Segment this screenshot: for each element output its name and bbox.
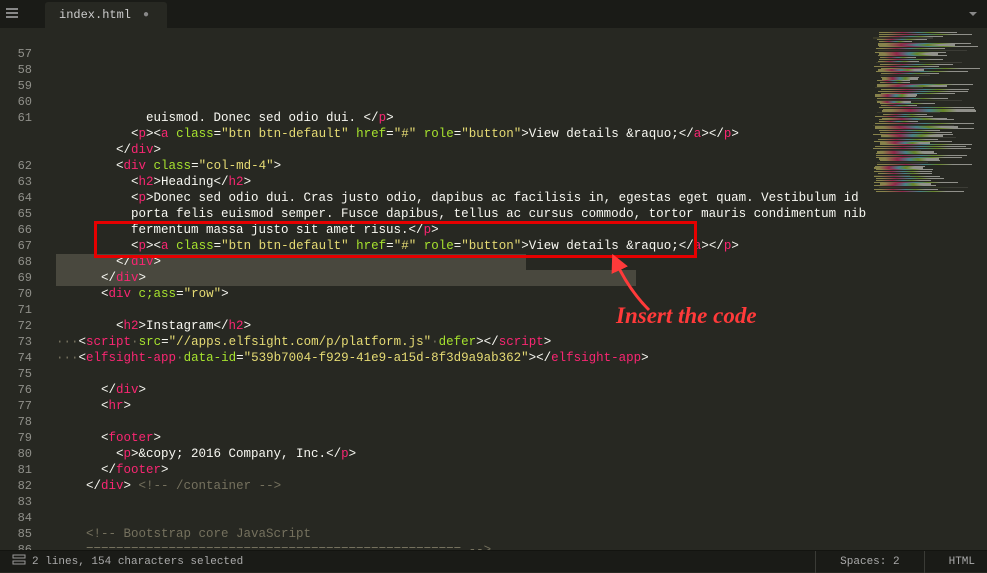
line-number: 66 — [0, 222, 32, 238]
line-number: 68 — [0, 254, 32, 270]
code-line[interactable] — [56, 494, 867, 510]
code-line[interactable] — [56, 414, 867, 430]
status-syntax[interactable]: HTML — [949, 556, 975, 568]
code-line[interactable]: <div class="col-md-4"> — [56, 158, 867, 174]
line-number: 74 — [0, 350, 32, 366]
line-number: 58 — [0, 62, 32, 78]
line-number: 80 — [0, 446, 32, 462]
status-spaces[interactable]: Spaces: 2 — [840, 556, 899, 568]
code-line[interactable]: <h2>Heading</h2> — [56, 174, 867, 190]
line-number: 70 — [0, 286, 32, 302]
line-number: 75 — [0, 366, 32, 382]
fold-column — [42, 28, 56, 550]
tab-bar: index.html ● — [0, 0, 987, 28]
line-number: 73 — [0, 334, 32, 350]
line-number: 59 — [0, 78, 32, 94]
code-line[interactable]: <p>Donec sed odio dui. Cras justo odio, … — [56, 190, 867, 206]
code-line[interactable]: </div> — [56, 254, 867, 270]
line-number: 83 — [0, 494, 32, 510]
line-number: 60 — [0, 94, 32, 110]
code-line[interactable]: fermentum massa justo sit amet risus.</p… — [56, 222, 867, 238]
line-number: 85 — [0, 526, 32, 542]
code-line[interactable]: </div> — [56, 382, 867, 398]
line-number: 71 — [0, 302, 32, 318]
line-number: 82 — [0, 478, 32, 494]
code-line[interactable]: <p><a class="btn btn-default" href="#" r… — [56, 238, 867, 254]
line-number-gutter: 5758596061 62636465666768697071727374757… — [0, 28, 42, 550]
line-number: 64 — [0, 190, 32, 206]
code-content[interactable]: Insert the code euismod. Donec sed odio … — [56, 28, 867, 550]
selection-indicator-icon — [12, 554, 26, 570]
code-line[interactable]: <footer> — [56, 430, 867, 446]
code-line[interactable]: <hr> — [56, 398, 867, 414]
line-number: 65 — [0, 206, 32, 222]
code-line[interactable]: </div> — [56, 270, 867, 286]
status-divider — [924, 551, 925, 573]
code-line[interactable] — [56, 510, 867, 526]
status-bar: 2 lines, 154 characters selected Spaces:… — [0, 550, 987, 572]
line-number: 78 — [0, 414, 32, 430]
editor-area: 5758596061 62636465666768697071727374757… — [0, 28, 987, 550]
annotation-arrow — [604, 250, 664, 320]
code-line[interactable]: </div> — [56, 142, 867, 158]
line-number: 67 — [0, 238, 32, 254]
status-selection: 2 lines, 154 characters selected — [32, 556, 243, 568]
code-line[interactable]: </div> <!-- /container --> — [56, 478, 867, 494]
code-line[interactable]: <p>&copy; 2016 Company, Inc.</p> — [56, 446, 867, 462]
file-tab[interactable]: index.html ● — [45, 2, 167, 28]
line-number: 61 — [0, 110, 32, 126]
line-number: 69 — [0, 270, 32, 286]
line-number: 76 — [0, 382, 32, 398]
tab-dropdown-icon[interactable] — [967, 8, 979, 24]
menu-icon[interactable] — [5, 6, 19, 24]
tab-filename: index.html — [59, 8, 131, 22]
code-line[interactable]: euismod. Donec sed odio dui. </p> — [56, 110, 867, 126]
tab-modified-indicator: ● — [143, 10, 149, 21]
code-line[interactable]: <!-- Bootstrap core JavaScript — [56, 526, 867, 542]
line-number: 57 — [0, 46, 32, 62]
code-line[interactable]: ···<script·src="//apps.elfsight.com/p/pl… — [56, 334, 867, 350]
line-number: 62 — [0, 158, 32, 174]
code-line[interactable]: <div c;ass="row"> — [56, 286, 867, 302]
line-number — [0, 30, 32, 46]
code-line[interactable]: </footer> — [56, 462, 867, 478]
line-number — [0, 126, 32, 142]
code-line[interactable]: ========================================… — [56, 542, 867, 550]
line-number: 63 — [0, 174, 32, 190]
code-line[interactable] — [56, 366, 867, 382]
code-line[interactable]: <p><a class="btn btn-default" href="#" r… — [56, 126, 867, 142]
line-number: 79 — [0, 430, 32, 446]
code-line[interactable]: ···<elfsight-app·data-id="539b7004-f929-… — [56, 350, 867, 366]
line-number: 84 — [0, 510, 32, 526]
code-line[interactable]: porta felis euismod semper. Fusce dapibu… — [56, 206, 867, 222]
status-divider — [815, 551, 816, 573]
minimap[interactable] — [867, 28, 987, 550]
line-number: 81 — [0, 462, 32, 478]
line-number: 77 — [0, 398, 32, 414]
line-number — [0, 142, 32, 158]
line-number: 72 — [0, 318, 32, 334]
